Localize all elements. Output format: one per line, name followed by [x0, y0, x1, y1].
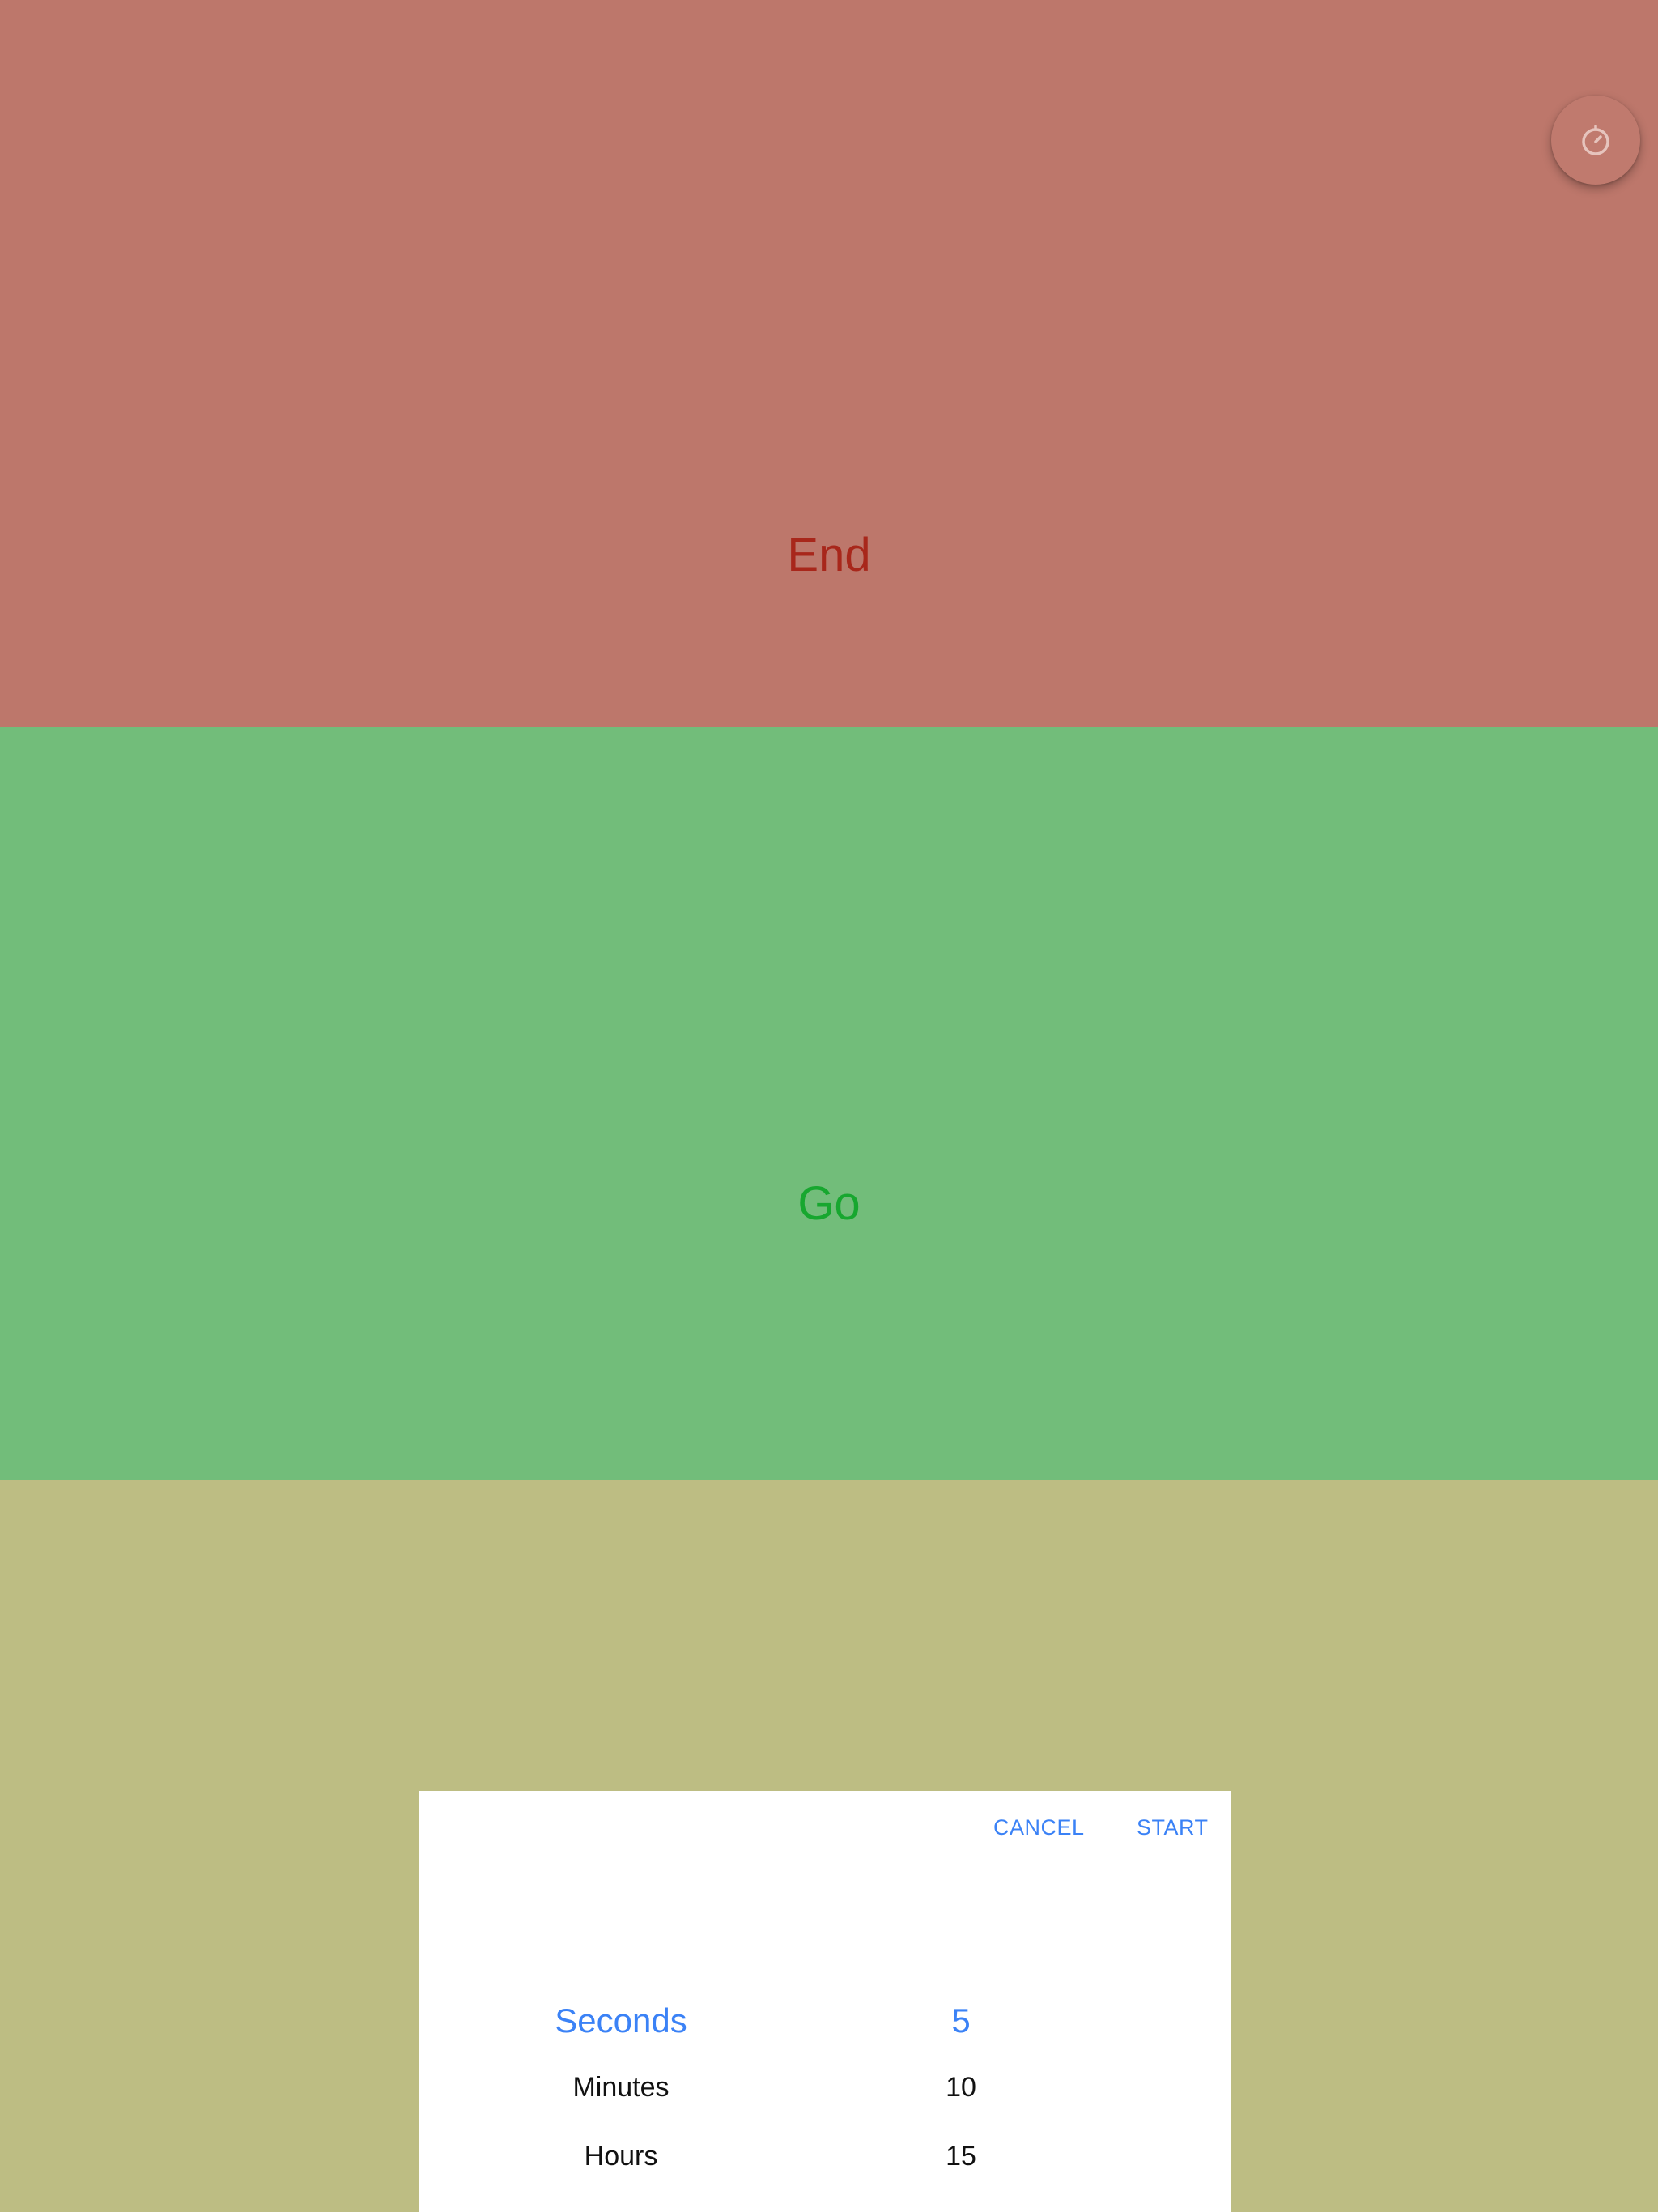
cancel-button[interactable]: CANCEL [993, 1815, 1085, 1840]
end-label: End [787, 529, 871, 581]
start-button[interactable]: START [1137, 1815, 1209, 1840]
time-picker-dialog: CANCEL START Seconds 5 Minutes 10 Hours … [419, 1791, 1231, 2212]
go-panel[interactable]: Go [0, 727, 1658, 1480]
go-label: Go [797, 1177, 861, 1230]
picker-row-hours[interactable]: Hours 15 [419, 2141, 1231, 2206]
picker-unit-label: Seconds [555, 2001, 687, 2040]
picker-value-label: 5 [951, 2001, 971, 2040]
app-screen: End Go CANCEL START Seconds 5 Minutes 10… [0, 0, 1658, 2212]
picker-value-label: 10 [946, 2072, 976, 2103]
picker-unit-label: Minutes [572, 2072, 670, 2103]
picker-row-seconds[interactable]: Seconds 5 [419, 2001, 1231, 2066]
picker-value-label: 15 [946, 2141, 976, 2172]
end-panel[interactable]: End [0, 0, 1658, 727]
picker-unit-label: Hours [584, 2141, 658, 2172]
timer-icon [1582, 125, 1609, 155]
timer-fab-button[interactable] [1551, 96, 1640, 185]
picker-row-minutes[interactable]: Minutes 10 [419, 2072, 1231, 2137]
